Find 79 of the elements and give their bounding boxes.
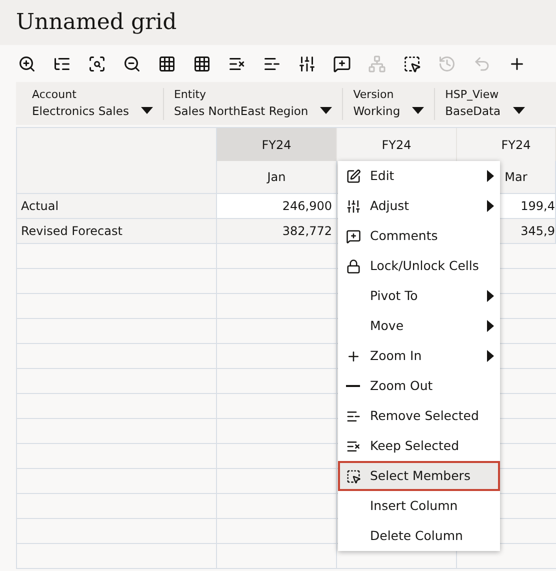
grid-cell[interactable]: [217, 269, 337, 294]
grid-cell[interactable]: [17, 269, 217, 294]
grid-cell[interactable]: [17, 519, 217, 544]
dimension-label: Entity: [174, 88, 208, 102]
row-header: Actual: [17, 194, 217, 219]
plus-icon: [346, 348, 361, 364]
grid-cell[interactable]: [217, 419, 337, 444]
grid-cell[interactable]: [17, 544, 217, 569]
comment-icon[interactable]: [332, 54, 352, 74]
submenu-arrow-icon: [487, 200, 494, 212]
grid-cell[interactable]: [17, 294, 217, 319]
grid-cell[interactable]: [217, 319, 337, 344]
data-cell[interactable]: 246,900: [217, 194, 337, 219]
column-header[interactable]: Jan: [217, 161, 337, 194]
page-title: Unnamed grid: [16, 12, 177, 34]
submenu-arrow-icon: [487, 290, 494, 302]
grid-cell[interactable]: [217, 294, 337, 319]
grid-cell[interactable]: [217, 444, 337, 469]
column-header[interactable]: FY24: [457, 128, 556, 161]
grid-cell[interactable]: [17, 344, 217, 369]
zoom-area-icon[interactable]: [87, 54, 107, 74]
dimension-dropdown[interactable]: Sales NorthEast Region: [174, 102, 332, 120]
menu-item[interactable]: Select Members: [338, 461, 500, 491]
select-members-icon: [346, 468, 361, 484]
caret-icon: [412, 107, 424, 114]
minus-icon: [346, 385, 360, 387]
zoom-in-icon[interactable]: [17, 54, 37, 74]
dimension-dropdown[interactable]: Working: [353, 102, 424, 120]
grid-cell[interactable]: [217, 494, 337, 519]
grid-icon[interactable]: [192, 54, 212, 74]
grid-cell[interactable]: [17, 469, 217, 494]
grid-cell[interactable]: [217, 244, 337, 269]
grid-cell[interactable]: [217, 369, 337, 394]
grid-cell[interactable]: [217, 544, 337, 569]
grid-cell[interactable]: [217, 519, 337, 544]
grid-cell[interactable]: [17, 419, 217, 444]
menu-item[interactable]: Pivot To: [338, 281, 500, 311]
sliders-icon[interactable]: [297, 54, 317, 74]
grid-cell[interactable]: [17, 319, 217, 344]
grid-cell[interactable]: [17, 394, 217, 419]
menu-item[interactable]: Insert Column: [338, 491, 500, 521]
grid-cell[interactable]: [17, 369, 217, 394]
comment-icon: [346, 228, 361, 244]
dimension-label: Account: [32, 88, 78, 102]
caret-icon: [512, 107, 525, 114]
menu-item[interactable]: Zoom Out: [338, 371, 500, 401]
menu-item[interactable]: Move: [338, 311, 500, 341]
menu-item[interactable]: Zoom In: [338, 341, 500, 371]
menu-item[interactable]: Remove Selected: [338, 401, 500, 431]
data-cell[interactable]: 382,772: [217, 219, 337, 244]
grid-cell[interactable]: [17, 494, 217, 519]
column-header[interactable]: FY24: [337, 128, 457, 161]
grid-cell[interactable]: [17, 244, 217, 269]
menu-item[interactable]: Delete Column: [338, 521, 500, 551]
row-header: Revised Forecast: [17, 219, 217, 244]
zoom-out-icon[interactable]: [122, 54, 142, 74]
grid-cell[interactable]: [217, 344, 337, 369]
menu-item[interactable]: Keep Selected: [338, 431, 500, 461]
dimension-dropdown[interactable]: BaseData: [445, 102, 525, 120]
grid-icon[interactable]: [157, 54, 177, 74]
lock-icon: [346, 258, 361, 274]
grid-cell[interactable]: [217, 469, 337, 494]
keep-selected-icon: [346, 438, 361, 454]
remove-selected-icon: [346, 408, 361, 424]
select-members-icon[interactable]: [402, 54, 422, 74]
caret-icon: [140, 107, 153, 114]
grid-cell[interactable]: [17, 444, 217, 469]
dimension-label: Version: [353, 88, 395, 102]
caret-icon: [320, 107, 332, 114]
sliders-icon: [346, 198, 361, 214]
grid-cell[interactable]: [217, 394, 337, 419]
submenu-arrow-icon: [487, 350, 494, 362]
submenu-arrow-icon: [487, 320, 494, 332]
column-header[interactable]: FY24: [217, 128, 337, 161]
dimension-dropdown[interactable]: Electronics Sales: [32, 102, 153, 120]
edit-icon: [346, 168, 361, 184]
dimension-label: HSP_View: [445, 88, 500, 102]
submenu-arrow-icon: [487, 170, 494, 182]
menu-item[interactable]: Lock/Unlock Cells: [338, 251, 500, 281]
